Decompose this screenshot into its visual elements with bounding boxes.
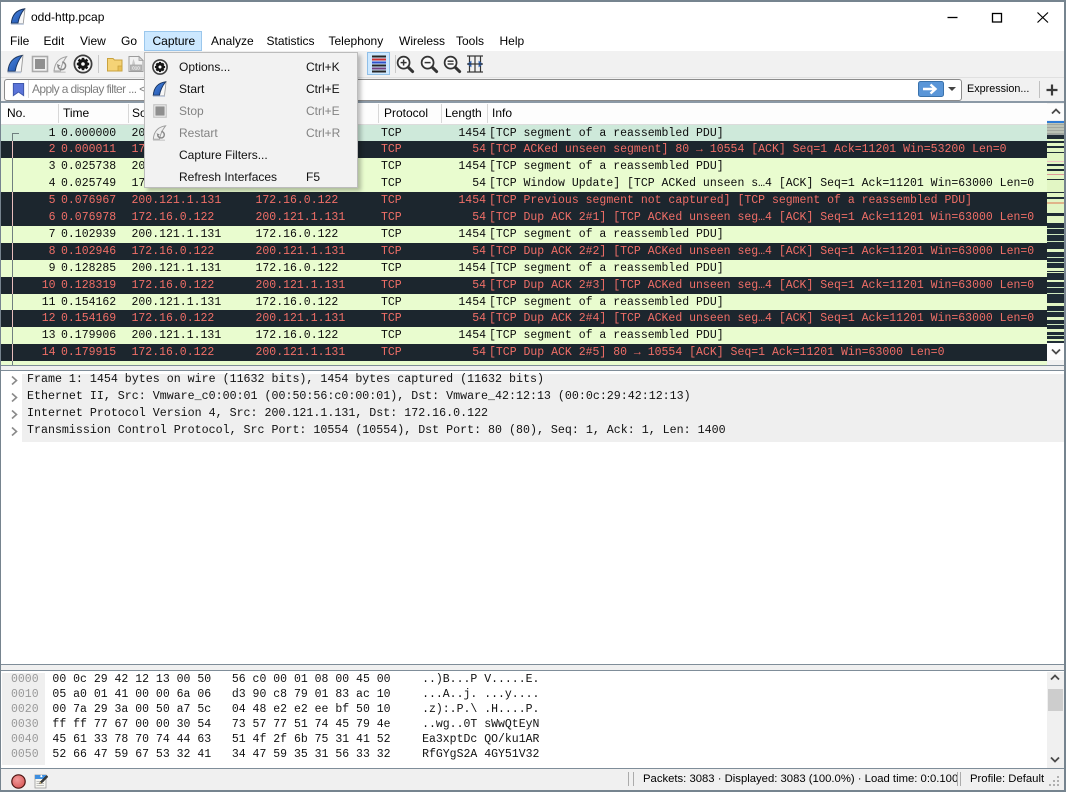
svg-text:010: 010 (132, 66, 140, 71)
